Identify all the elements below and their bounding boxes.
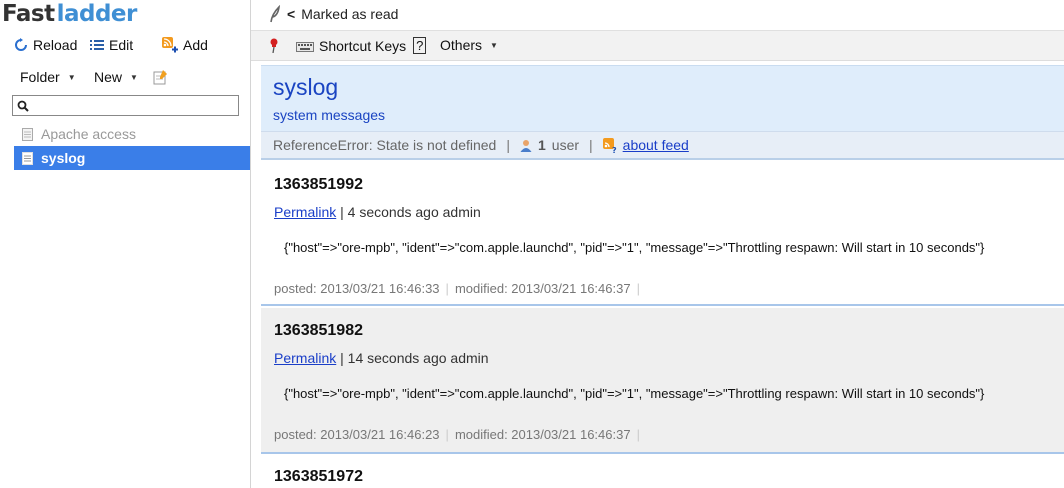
new-dropdown[interactable]: New ▼ <box>94 69 138 85</box>
user-count: 1 <box>537 137 546 153</box>
new-note-button[interactable] <box>153 70 168 85</box>
app-logo[interactable]: Fast ladder <box>2 1 137 29</box>
logo-ladder: ladder <box>56 1 138 27</box>
pin-icon <box>268 38 280 53</box>
list-icon <box>90 39 104 51</box>
footer-divider: | <box>445 281 449 296</box>
content-pane: < Marked as read Shortcut Keys ? Others … <box>251 0 1064 488</box>
entry-title[interactable]: 1363851982 <box>274 322 363 340</box>
status-bar: < Marked as read <box>269 5 398 23</box>
footer-divider: | <box>445 427 449 442</box>
entry-title[interactable]: 1363851972 <box>274 468 363 486</box>
user-icon <box>520 139 532 152</box>
add-feed-button[interactable]: Add <box>162 37 208 53</box>
folder-label: Folder <box>20 69 60 85</box>
feed-list: Apache access syslog <box>14 122 250 170</box>
feather-icon <box>269 5 281 23</box>
feed-description: system messages <box>273 107 386 123</box>
add-label: Add <box>183 37 208 53</box>
error-message: ReferenceError: State is not defined <box>273 137 497 153</box>
edit-button[interactable]: Edit <box>90 37 133 53</box>
note-icon <box>153 70 168 85</box>
feed-item-apache-access[interactable]: Apache access <box>14 122 250 146</box>
feed-entry: 1363851992 Permalink | 4 seconds ago adm… <box>261 160 1064 306</box>
reload-label: Reload <box>33 37 78 53</box>
entry-divider <box>261 304 1064 306</box>
reload-button[interactable]: Reload <box>14 37 77 53</box>
rss-add-icon <box>162 37 178 53</box>
search-icon <box>17 99 29 115</box>
footer-divider: | <box>636 427 640 442</box>
subscriber-count[interactable]: 1 user <box>520 137 579 153</box>
entry-body: {"host"=>"ore-mpb", "ident"=>"com.apple.… <box>284 240 985 255</box>
sidebar: Fast ladder Reload Edit Add Folder ▼ New… <box>0 0 250 488</box>
back-symbol[interactable]: < <box>287 6 295 22</box>
entry-footer: posted: 2013/03/21 16:46:23 | modified: … <box>274 427 640 442</box>
chevron-down-icon: ▼ <box>67 72 76 82</box>
entry-footer: posted: 2013/03/21 16:46:33 | modified: … <box>274 281 640 296</box>
feed-entry: 1363851982 Permalink | 14 seconds ago ad… <box>261 308 1064 454</box>
entry-title[interactable]: 1363851992 <box>274 176 363 194</box>
chevron-down-icon: ▼ <box>490 40 498 50</box>
feed-entry: 1363851972 <box>261 454 1064 488</box>
entry-meta: Permalink | 4 seconds ago admin <box>274 204 481 220</box>
shortcut-keys-label: Shortcut Keys <box>319 37 407 54</box>
about-feed[interactable]: ? about feed <box>602 137 689 153</box>
entry-body: {"host"=>"ore-mpb", "ident"=>"com.apple.… <box>284 386 985 401</box>
feed-header: syslog system messages <box>261 65 1064 131</box>
feed-info-bar: ReferenceError: State is not defined | 1… <box>261 131 1064 160</box>
document-icon <box>22 127 33 141</box>
search-input[interactable] <box>33 96 233 115</box>
keyboard-icon <box>296 40 314 52</box>
pin-button[interactable] <box>268 38 280 53</box>
entry-meta-text: | 14 seconds ago admin <box>340 350 489 366</box>
separator: | <box>589 137 593 153</box>
shortcut-keys-button[interactable]: Shortcut Keys ? <box>296 37 427 54</box>
permalink-link[interactable]: Permalink <box>274 350 336 366</box>
search-field[interactable] <box>12 95 239 116</box>
toolbar: Shortcut Keys ? Others ▼ <box>251 30 1064 61</box>
status-text: Marked as read <box>301 6 399 22</box>
feed-title[interactable]: syslog <box>273 74 338 101</box>
entry-modified: modified: 2013/03/21 16:46:37 <box>454 281 631 296</box>
document-icon <box>22 151 33 165</box>
entry-posted: posted: 2013/03/21 16:46:23 <box>274 427 440 442</box>
edit-label: Edit <box>109 37 134 53</box>
footer-divider: | <box>636 281 640 296</box>
entry-modified: modified: 2013/03/21 16:46:37 <box>454 427 631 442</box>
user-label: user <box>551 137 580 153</box>
separator: | <box>506 137 510 153</box>
new-label: New <box>94 69 123 85</box>
feed-item-label: syslog <box>41 150 86 166</box>
feed-item-label: Apache access <box>41 126 136 142</box>
svg-text:?: ? <box>612 146 617 153</box>
chevron-down-icon: ▼ <box>130 72 138 82</box>
rss-info-icon: ? <box>602 137 618 153</box>
folder-dropdown[interactable]: Folder ▼ <box>20 69 76 85</box>
entry-meta-text: | 4 seconds ago admin <box>340 204 481 220</box>
feed-item-syslog[interactable]: syslog <box>14 146 250 170</box>
entry-meta: Permalink | 14 seconds ago admin <box>274 350 489 366</box>
permalink-link[interactable]: Permalink <box>274 204 336 220</box>
reload-icon <box>14 38 28 52</box>
entry-posted: posted: 2013/03/21 16:46:33 <box>274 281 440 296</box>
others-label: Others <box>440 37 483 53</box>
logo-fast: Fast <box>2 1 55 27</box>
others-dropdown[interactable]: Others ▼ <box>440 37 498 53</box>
about-feed-link[interactable]: about feed <box>623 137 689 153</box>
help-key: ? <box>413 37 427 54</box>
